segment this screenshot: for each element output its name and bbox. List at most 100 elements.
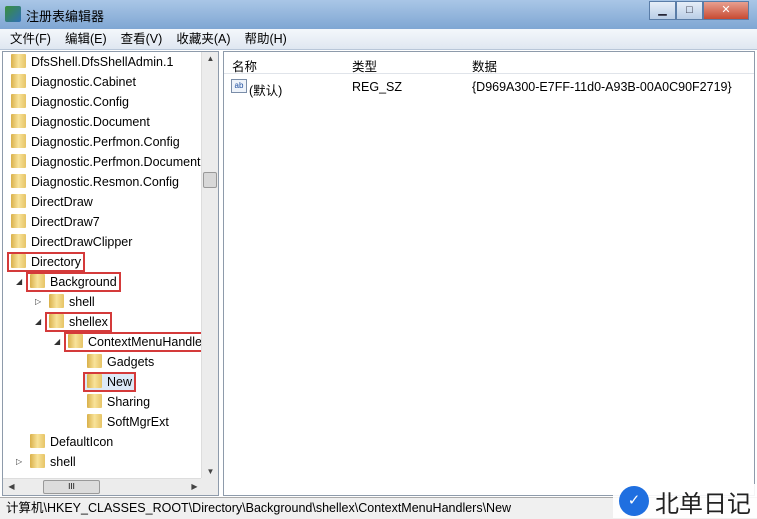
column-headers: 名称 类型 数据 <box>224 52 754 74</box>
scroll-down-arrow-icon[interactable]: ▼ <box>202 467 218 476</box>
folder-icon <box>11 74 26 88</box>
key-label-wrap: DfsShell.DfsShellAdmin.1 <box>9 54 175 70</box>
values-pane: 名称 类型 数据 ab (默认) REG_SZ {D969A300-E7FF-1… <box>223 51 755 496</box>
menu-favorites[interactable]: 收藏夹(A) <box>176 29 230 49</box>
tree-item[interactable]: Directory <box>6 252 86 272</box>
tree-item-label: Background <box>50 275 117 289</box>
tree-item[interactable]: Sharing <box>85 392 152 412</box>
tree-item[interactable]: New <box>82 372 137 392</box>
watermark-text: 北单日记 <box>655 490 751 518</box>
tree-item[interactable]: DfsShell.DfsShellAdmin.1 <box>9 52 175 72</box>
menu-help[interactable]: 帮助(H) <box>244 29 286 49</box>
expand-arrow-icon[interactable]: ▷ <box>16 452 22 472</box>
menu-bar: 文件(F) 编辑(E) 查看(V) 收藏夹(A) 帮助(H) <box>0 29 757 50</box>
scroll-left-arrow-icon[interactable]: ◀ <box>3 482 20 491</box>
table-row[interactable]: ab (默认) REG_SZ {D969A300-E7FF-11d0-A93B-… <box>224 77 754 98</box>
key-label-wrap: Diagnostic.Cabinet <box>9 74 138 90</box>
column-header-data[interactable]: 数据 <box>472 56 497 75</box>
tree-item[interactable]: SoftMgrExt <box>85 412 171 432</box>
expand-arrow-icon[interactable]: ▷ <box>35 292 41 312</box>
tree-item-label: DfsShell.DfsShellAdmin.1 <box>31 55 174 69</box>
key-label-wrap: Diagnostic.Config <box>9 94 131 110</box>
window-title: 注册表编辑器 <box>26 9 105 24</box>
key-label-wrap: Diagnostic.Perfmon.Config <box>9 134 182 150</box>
folder-icon <box>11 254 26 268</box>
folder-icon <box>87 354 102 368</box>
key-label-wrap: Sharing <box>85 394 152 410</box>
maximize-button[interactable]: □ <box>676 1 703 20</box>
tree-item-label: Diagnostic.Resmon.Config <box>31 175 179 189</box>
tree-item[interactable]: ◢ shellex <box>35 312 112 332</box>
key-label-wrap: DirectDraw <box>9 194 95 210</box>
folder-icon <box>30 434 45 448</box>
tree-item[interactable]: ▷ shell <box>16 452 78 472</box>
tree-item[interactable]: Diagnostic.Perfmon.Document <box>9 152 203 172</box>
value-type: REG_SZ <box>352 80 403 94</box>
tree-item[interactable]: ◢ ContextMenuHandlers <box>54 332 217 352</box>
scroll-thumb[interactable] <box>203 172 217 188</box>
folder-icon <box>11 94 26 108</box>
scroll-up-arrow-icon[interactable]: ▲ <box>202 54 218 63</box>
tree-item[interactable]: DefaultIcon <box>28 432 115 452</box>
tree-item[interactable]: Diagnostic.Document <box>9 112 152 132</box>
tree-item[interactable]: ▷ shell <box>35 292 97 312</box>
tree-item-label: Diagnostic.Perfmon.Config <box>31 135 180 149</box>
tree-item-label: Directory <box>31 255 82 269</box>
scroll-thumb-horizontal[interactable]: III <box>43 480 100 494</box>
folder-icon <box>11 154 26 168</box>
tree-item[interactable]: Gadgets <box>85 352 156 372</box>
highlighted-key: New <box>82 372 137 392</box>
menu-file[interactable]: 文件(F) <box>10 29 51 49</box>
menu-edit[interactable]: 编辑(E) <box>65 29 107 49</box>
scroll-corner <box>201 478 218 495</box>
folder-icon <box>87 394 102 408</box>
tree-item-label: shell <box>69 295 95 309</box>
tree-item-label: Diagnostic.Document <box>31 115 150 129</box>
highlighted-key: ContextMenuHandlers <box>63 332 217 352</box>
highlighted-key: shellex <box>45 312 112 332</box>
key-label-wrap: DirectDraw7 <box>9 214 102 230</box>
value-name: (默认) <box>249 84 283 98</box>
folder-icon <box>30 274 45 288</box>
tree-item[interactable]: Diagnostic.Cabinet <box>9 72 138 92</box>
vertical-scrollbar[interactable]: ▲ ▼ <box>201 52 218 478</box>
tree-item-label: shellex <box>69 315 108 329</box>
tree-item-label: DirectDrawClipper <box>31 235 133 249</box>
tree-item-label: ContextMenuHandlers <box>88 335 213 349</box>
horizontal-scrollbar[interactable]: ◀ III ▶ <box>3 478 203 495</box>
tree-item[interactable]: DirectDrawClipper <box>9 232 134 252</box>
key-label-wrap: shell <box>47 294 97 310</box>
tree-item-label: Sharing <box>107 395 151 409</box>
column-header-type[interactable]: 类型 <box>352 56 377 75</box>
key-label-wrap: DirectDrawClipper <box>9 234 134 250</box>
key-label-wrap: Gadgets <box>85 354 156 370</box>
folder-icon <box>30 454 45 468</box>
tree-item[interactable]: DirectDraw7 <box>9 212 102 232</box>
folder-icon <box>11 134 26 148</box>
tree-item[interactable]: DirectDraw <box>9 192 95 212</box>
tree-item-label: DirectDraw7 <box>31 215 100 229</box>
tree-item[interactable]: ◢ Background <box>16 272 121 292</box>
key-label-wrap: DefaultIcon <box>28 434 115 450</box>
close-button[interactable]: ✕ <box>703 1 749 20</box>
highlighted-key: Directory <box>6 252 86 272</box>
minimize-button[interactable]: ▁ <box>649 1 676 20</box>
menu-view[interactable]: 查看(V) <box>121 29 163 49</box>
tree-item-label: shell <box>50 455 76 469</box>
key-label-wrap: Diagnostic.Perfmon.Document <box>9 154 203 170</box>
collapse-arrow-icon[interactable]: ◢ <box>54 332 60 352</box>
collapse-arrow-icon[interactable]: ◢ <box>35 312 41 332</box>
collapse-arrow-icon[interactable]: ◢ <box>16 272 22 292</box>
tree-item[interactable]: Diagnostic.Resmon.Config <box>9 172 181 192</box>
tree-item-label: Gadgets <box>107 355 155 369</box>
tree-item[interactable]: Diagnostic.Config <box>9 92 131 112</box>
folder-icon <box>49 294 64 308</box>
folder-icon <box>11 114 26 128</box>
folder-icon <box>11 234 26 248</box>
key-label-wrap: SoftMgrExt <box>85 414 171 430</box>
tree-item-label: New <box>107 375 133 389</box>
tree-item-label: DefaultIcon <box>50 435 114 449</box>
tree-item[interactable]: Diagnostic.Perfmon.Config <box>9 132 182 152</box>
folder-icon <box>11 214 26 228</box>
column-header-name[interactable]: 名称 <box>232 56 257 75</box>
